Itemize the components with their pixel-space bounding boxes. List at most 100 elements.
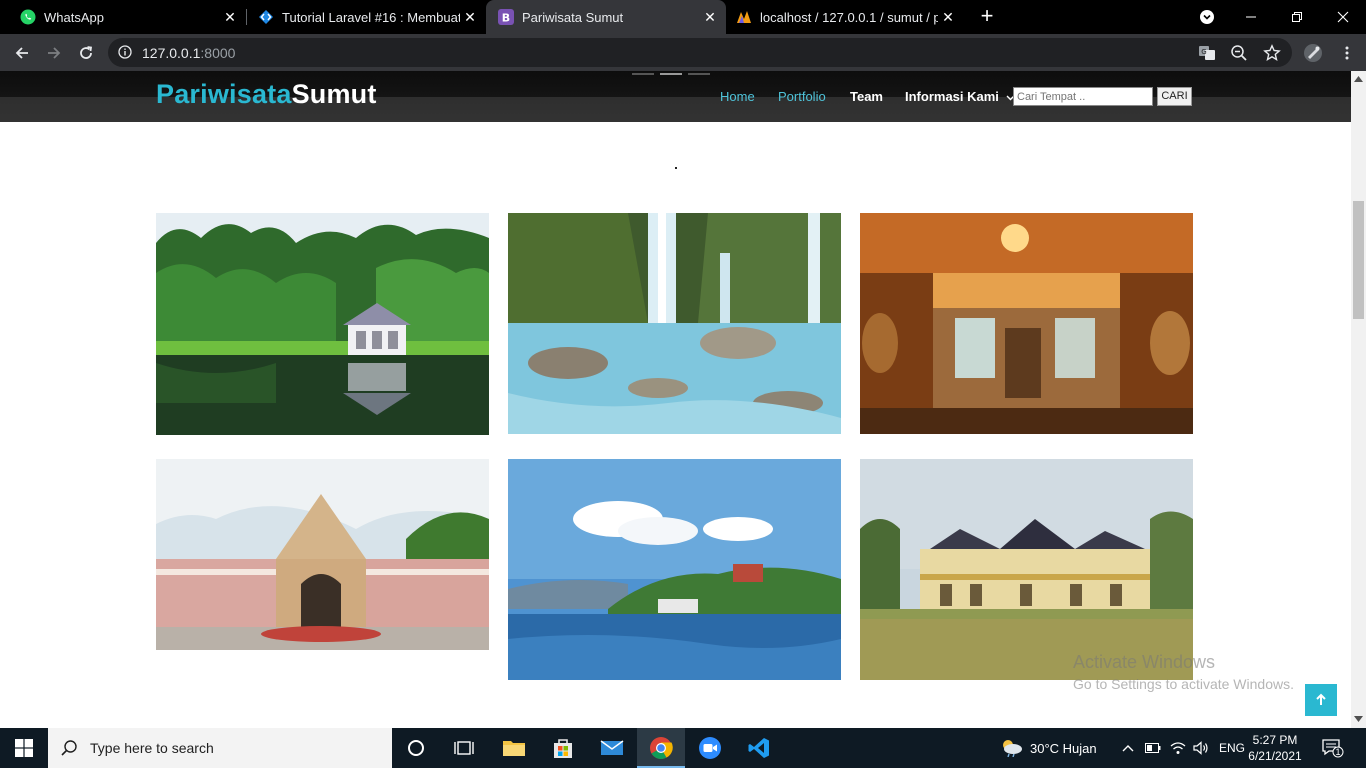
tab-laravel-tutorial[interactable]: Tutorial Laravel #16 : Membuat P ✕ (238, 0, 486, 34)
gallery-item-waterfall[interactable] (508, 213, 841, 434)
lake-gazebo-photo (156, 213, 489, 435)
svg-text:G: G (1201, 48, 1206, 56)
start-button[interactable] (0, 728, 48, 768)
volume-indicator[interactable] (1193, 728, 1209, 768)
back-to-top-button[interactable] (1305, 684, 1337, 716)
gallery-item-theme-park-gate[interactable] (156, 459, 489, 650)
site-logo[interactable]: PariwisataSumut (156, 79, 377, 110)
close-tab-icon[interactable]: ✕ (938, 9, 958, 26)
tab-phpmyadmin[interactable]: localhost / 127.0.0.1 / sumut / pa ✕ (726, 0, 964, 34)
watermark-subtitle: Go to Settings to activate Windows. (1073, 676, 1294, 692)
logo-part-2: Sumut (291, 79, 377, 109)
theme-park-gate-photo (156, 459, 489, 650)
lake-toba-photo (508, 459, 841, 680)
nav-team[interactable]: Team (850, 89, 883, 104)
close-window-icon[interactable] (1320, 0, 1366, 34)
mail-button[interactable] (588, 728, 636, 768)
tab-pariwisata-sumut[interactable]: B Pariwisata Sumut ✕ (486, 0, 726, 34)
back-arrow-icon (15, 47, 28, 59)
translate-icon[interactable]: G (1198, 44, 1216, 62)
chrome-button[interactable] (637, 728, 685, 768)
gallery-item-maimun-palace[interactable] (860, 459, 1193, 680)
close-tab-icon[interactable]: ✕ (460, 9, 480, 26)
tab-search-icon[interactable] (1184, 0, 1230, 34)
site-info-icon[interactable] (118, 45, 132, 59)
chevron-up-icon (1122, 745, 1134, 752)
nav-home[interactable]: Home (720, 89, 755, 104)
search-input[interactable] (1013, 87, 1153, 106)
museum-interior-photo (860, 213, 1193, 434)
forward-button[interactable] (41, 40, 67, 66)
file-explorer-button[interactable] (490, 728, 538, 768)
tab-title: Tutorial Laravel #16 : Membuat P (282, 9, 460, 25)
task-view-icon (454, 741, 474, 755)
store-bag-icon (554, 739, 572, 758)
scroll-up-arrow-icon[interactable] (1354, 76, 1363, 82)
wifi-icon (1170, 742, 1186, 754)
close-tab-icon[interactable]: ✕ (700, 9, 720, 26)
gallery-item-lake-gazebo[interactable] (156, 213, 489, 435)
phpmyadmin-icon (737, 11, 751, 23)
site-header: PariwisataSumut Home Portfolio Team Info… (0, 71, 1351, 122)
reload-button[interactable] (73, 40, 99, 66)
speaker-icon (1193, 741, 1208, 755)
new-tab-button[interactable]: + (976, 5, 998, 29)
cortana-button[interactable] (392, 728, 440, 768)
task-view-button[interactable] (440, 728, 488, 768)
gallery-item-museum-interior[interactable] (860, 213, 1193, 434)
wifi-indicator[interactable] (1170, 728, 1186, 768)
battery-indicator[interactable] (1145, 728, 1161, 768)
slider-indicator[interactable] (632, 73, 654, 75)
arrow-up-icon (1316, 693, 1326, 705)
nav-portfolio[interactable]: Portfolio (778, 89, 826, 104)
zoom-out-icon[interactable] (1230, 44, 1248, 62)
search-icon (61, 740, 77, 756)
gallery-item-lake-toba[interactable] (508, 459, 841, 680)
waterfall-photo (508, 213, 841, 434)
scroll-down-arrow-icon[interactable] (1354, 716, 1363, 722)
windows-logo-icon (15, 739, 33, 757)
cortana-circle-icon (408, 740, 424, 756)
taskbar-search-text: Type here to search (90, 740, 214, 756)
search-button[interactable]: CARI (1157, 87, 1192, 106)
nav-informasi-kami[interactable]: Informasi Kami (905, 89, 1015, 104)
nav-informasi-kami-label: Informasi Kami (905, 89, 999, 104)
forward-arrow-icon (48, 47, 61, 59)
tab-whatsapp[interactable]: WhatsApp ✕ (0, 0, 246, 34)
diamond-code-icon (259, 10, 273, 24)
zoom-camera-icon (699, 737, 721, 759)
address-bar[interactable]: 127.0.0.1:8000 G (108, 38, 1292, 67)
microsoft-store-button[interactable] (539, 728, 587, 768)
bookmark-star-icon[interactable] (1263, 44, 1281, 62)
folder-icon (503, 741, 525, 756)
slider-indicator[interactable] (688, 73, 710, 75)
restore-icon[interactable] (1274, 0, 1320, 34)
zoom-app-button[interactable] (686, 728, 734, 768)
show-hidden-icons-button[interactable] (1122, 728, 1134, 768)
tab-title: Pariwisata Sumut (522, 9, 624, 25)
close-tab-icon[interactable]: ✕ (220, 9, 240, 26)
url-text[interactable]: 127.0.0.1:8000 (142, 45, 235, 61)
system-clock[interactable]: 5:27 PM 6/21/2021 (1240, 732, 1310, 764)
back-button[interactable] (9, 40, 35, 66)
extension-icon (1304, 44, 1322, 62)
scrollbar-thumb[interactable] (1353, 201, 1364, 319)
vscode-button[interactable] (735, 728, 783, 768)
more-vertical-icon (1345, 46, 1349, 60)
svg-text:B: B (502, 12, 510, 25)
weather-widget[interactable]: 30°C Hujan (1000, 728, 1097, 768)
extension-button[interactable] (1300, 40, 1326, 66)
slider-indicator[interactable] (660, 73, 682, 75)
maimun-palace-photo (860, 459, 1193, 680)
mail-envelope-icon (600, 740, 624, 755)
chrome-menu-button[interactable] (1334, 40, 1360, 66)
page-scrollbar[interactable] (1351, 71, 1366, 728)
logo-part-1: Pariwisata (156, 79, 292, 109)
notification-center-button[interactable]: 1 (1322, 728, 1344, 768)
minimize-icon[interactable] (1228, 0, 1274, 34)
reload-icon (80, 46, 93, 59)
chrome-logo-icon (650, 737, 673, 759)
tab-title: localhost / 127.0.0.1 / sumut / pa (760, 9, 938, 25)
url-port: :8000 (200, 45, 236, 61)
taskbar-search-box[interactable]: Type here to search (48, 728, 392, 768)
